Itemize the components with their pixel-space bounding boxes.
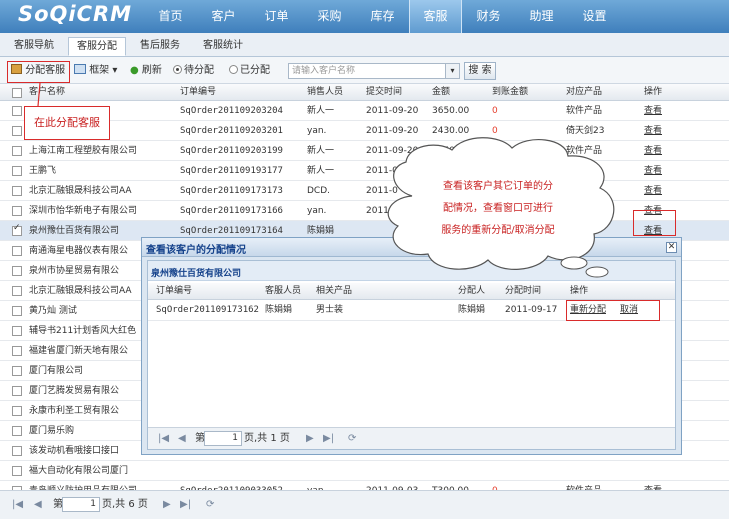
cloud-callout-shape bbox=[387, 137, 615, 278]
cloud-callout-text: 查看该客户其它订单的分 配情况，查看窗口可进行 服务的重新分配/取消分配 bbox=[398, 176, 598, 242]
cloud-line-2: 配情况，查看窗口可进行 bbox=[443, 203, 553, 214]
cloud-line-3: 服务的重新分配/取消分配 bbox=[441, 225, 555, 236]
cloud-line-1: 查看该客户其它订单的分 bbox=[443, 181, 553, 192]
